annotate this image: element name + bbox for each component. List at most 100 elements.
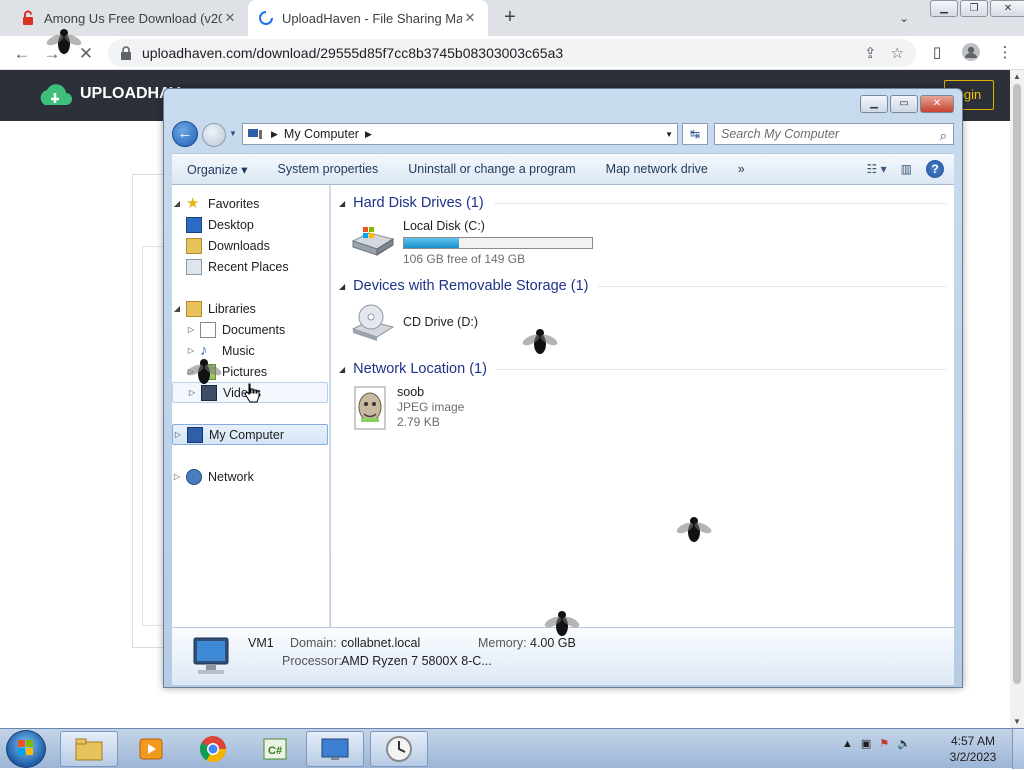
taskbar-media-player-button[interactable] — [122, 731, 180, 767]
explorer-address-bar[interactable]: ▶ My Computer ▶ ▼ — [242, 123, 678, 145]
volume-icon[interactable]: 🔈 — [897, 737, 911, 750]
tab-uploadhaven[interactable]: UploadHaven - File Sharing Made ✕ — [248, 0, 488, 36]
history-dropdown-icon[interactable]: ▼ — [229, 129, 237, 138]
page-scrollbar[interactable]: ▲ ▼ — [1010, 70, 1024, 728]
nav-my-computer[interactable]: ▷ My Computer — [172, 424, 328, 445]
content-pane: ◢ Hard Disk Drives (1) Local Disk (C:) 1… — [331, 185, 954, 627]
hand-cursor-icon — [244, 383, 260, 403]
computer-icon — [248, 129, 262, 139]
network-item-soob[interactable]: soob JPEG image 2.79 KB — [349, 385, 464, 435]
nav-network[interactable]: ▷ Network — [172, 466, 328, 487]
nav-music[interactable]: ▷ ♪ Music — [172, 340, 328, 361]
scrollbar-thumb[interactable] — [1013, 84, 1021, 684]
collapse-arrow-icon[interactable]: ◢ — [339, 365, 345, 374]
drive-cd-d[interactable]: CD Drive (D:) — [349, 303, 478, 351]
restore-button[interactable]: ❐ — [960, 0, 988, 17]
explorer-minimize-button[interactable]: ▁ — [860, 95, 888, 113]
stop-loading-icon[interactable]: ✕ — [74, 42, 98, 66]
uninstall-program-button[interactable]: Uninstall or change a program — [393, 162, 590, 176]
command-bar: Organize ▾ System properties Uninstall o… — [172, 153, 954, 185]
search-input[interactable]: Search My Computer ⌕ — [714, 123, 954, 145]
back-arrow-icon[interactable]: ← — [10, 42, 34, 66]
nav-pictures[interactable]: ▷ Pictures — [172, 361, 328, 382]
taskbar-chrome-button[interactable] — [184, 731, 242, 767]
lock-red-icon — [23, 10, 33, 25]
close-button[interactable]: ✕ — [990, 0, 1024, 17]
media-player-icon — [139, 738, 163, 760]
tab-close-icon[interactable]: ✕ — [462, 10, 478, 26]
forward-button[interactable] — [202, 123, 226, 147]
breadcrumb-arrow-icon[interactable]: ▶ — [365, 129, 372, 140]
nav-recent-places[interactable]: Recent Places — [172, 256, 328, 277]
csharp-icon: C# — [263, 738, 287, 760]
taskbar-network-window-button[interactable] — [306, 731, 364, 767]
clock-icon — [386, 736, 412, 762]
breadcrumb-location[interactable]: My Computer — [284, 127, 359, 141]
back-button[interactable]: ← — [172, 121, 198, 147]
tab-close-icon[interactable]: ✕ — [222, 10, 238, 26]
taskbar-clock[interactable]: 4:57 AM 3/2/2023 — [940, 733, 1006, 765]
show-hidden-icons-icon[interactable]: ▲ — [842, 738, 853, 750]
tab-among-us[interactable]: Among Us Free Download (v2023. ✕ — [10, 0, 248, 36]
network-tray-icon[interactable]: ▣ — [861, 737, 871, 750]
side-panel-icon[interactable]: ▯ — [926, 42, 948, 64]
expand-arrow-icon[interactable]: ▷ — [172, 472, 182, 481]
collapse-arrow-icon[interactable]: ◢ — [172, 304, 182, 313]
site-logo[interactable]: UPLOADHAV — [36, 79, 180, 109]
expand-arrow-icon[interactable]: ▷ — [186, 346, 196, 355]
map-network-drive-button[interactable]: Map network drive — [591, 162, 723, 176]
more-commands-button[interactable]: » — [723, 162, 760, 176]
collapse-arrow-icon[interactable]: ◢ — [339, 282, 345, 291]
action-center-flag-icon[interactable]: ⚑ — [879, 737, 889, 750]
tab-search-chevron-icon[interactable]: ⌄ — [894, 8, 914, 28]
new-tab-button[interactable]: + — [498, 6, 522, 30]
help-icon[interactable]: ? — [926, 160, 944, 178]
search-placeholder: Search My Computer — [721, 127, 840, 141]
nav-downloads[interactable]: Downloads — [172, 235, 328, 256]
minimize-button[interactable]: ▁ — [930, 0, 958, 17]
forward-arrow-icon[interactable]: → — [40, 42, 64, 66]
preview-pane-icon[interactable]: ▥ — [901, 162, 912, 176]
nav-libraries[interactable]: ◢ Libraries — [172, 298, 328, 319]
taskbar-clock-app-button[interactable] — [370, 731, 428, 767]
collapse-arrow-icon[interactable]: ◢ — [339, 199, 345, 208]
scroll-down-icon[interactable]: ▼ — [1013, 717, 1021, 726]
nav-desktop[interactable]: Desktop — [172, 214, 328, 235]
organize-menu[interactable]: Organize ▾ — [172, 162, 262, 177]
address-dropdown-icon[interactable]: ▼ — [665, 130, 673, 139]
start-button[interactable] — [6, 730, 46, 768]
address-bar[interactable]: uploadhaven.com/download/29555d85f7cc8b3… — [108, 39, 916, 67]
system-properties-button[interactable]: System properties — [262, 162, 393, 176]
drive-local-disk-c[interactable]: Local Disk (C:) 106 GB free of 149 GB — [349, 219, 593, 267]
expand-arrow-icon[interactable]: ▷ — [186, 325, 196, 334]
system-tray: ▲ ▣ ⚑ 🔈 — [842, 737, 911, 751]
group-removable-storage[interactable]: ◢ Devices with Removable Storage (1) — [339, 276, 947, 296]
taskbar: C# ▲ ▣ ⚑ 🔈 4:57 AM 3/2/2023 — [0, 728, 1024, 769]
profile-avatar-icon[interactable] — [960, 42, 982, 64]
share-icon[interactable]: ⇪ — [864, 44, 877, 62]
search-icon[interactable]: ⌕ — [940, 126, 947, 146]
scroll-up-icon[interactable]: ▲ — [1013, 72, 1021, 81]
taskbar-explorer-button[interactable] — [60, 731, 118, 767]
show-desktop-button[interactable] — [1012, 729, 1024, 769]
refresh-icon[interactable]: ↹ — [682, 123, 708, 145]
expand-arrow-icon[interactable]: ▷ — [173, 430, 183, 439]
explorer-maximize-button[interactable]: ▭ — [890, 95, 918, 113]
lock-icon — [121, 46, 131, 60]
expand-arrow-icon[interactable]: ▷ — [187, 388, 197, 397]
file-size: 2.79 KB — [397, 415, 440, 429]
processor-label: Processor: — [282, 654, 342, 668]
taskbar-csharp-button[interactable]: C# — [246, 731, 304, 767]
nav-favorites[interactable]: ◢ ★ Favorites — [172, 193, 328, 214]
group-hard-disk-drives[interactable]: ◢ Hard Disk Drives (1) — [339, 193, 947, 213]
change-view-icon[interactable]: ☷ ▾ — [867, 162, 887, 176]
explorer-close-button[interactable]: ✕ — [920, 95, 954, 113]
menu-kebab-icon[interactable]: ⋮ — [994, 42, 1016, 64]
expand-arrow-icon[interactable]: ▷ — [186, 367, 196, 376]
nav-documents[interactable]: ▷ Documents — [172, 319, 328, 340]
collapse-arrow-icon[interactable]: ◢ — [172, 199, 182, 208]
disk-usage-fill — [404, 238, 459, 248]
bookmark-star-icon[interactable]: ☆ — [891, 44, 904, 62]
group-network-location[interactable]: ◢ Network Location (1) — [339, 359, 947, 379]
breadcrumb-arrow-icon[interactable]: ▶ — [271, 129, 278, 140]
